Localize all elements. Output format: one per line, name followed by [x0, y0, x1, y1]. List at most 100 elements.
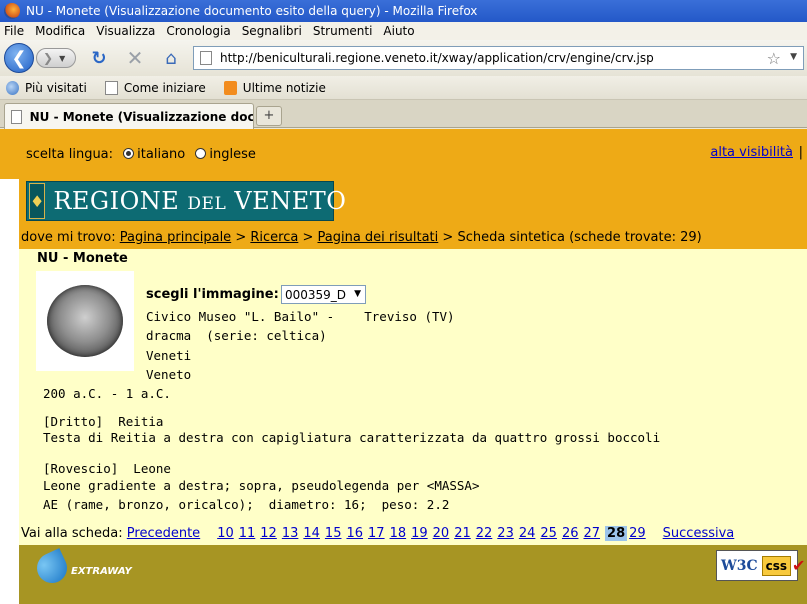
pager-page-link-26[interactable]: 26	[562, 526, 579, 541]
url-dropdown-icon[interactable]: ▼	[790, 52, 797, 62]
extraway-logo[interactable]: EXTRAWAY	[32, 548, 137, 588]
bookmark-label: Più visitati	[25, 80, 87, 95]
pager-page-link-17[interactable]: 17	[368, 526, 385, 541]
bookmark-label: Ultime notizie	[242, 80, 326, 95]
record-museum: Civico Museo "L. Bailo" - Treviso (TV)	[146, 309, 455, 324]
bookmarks-toolbar: Più visitati Come iniziare Ultime notizi…	[0, 76, 807, 100]
pager-page-link-20[interactable]: 20	[433, 526, 450, 541]
bookmark-ultime-notizie[interactable]: Ultime notizie	[223, 80, 326, 95]
coin-image[interactable]	[36, 271, 134, 371]
material-measures: AE (rame, bronzo, oricalco); diametro: 1…	[43, 497, 450, 512]
page-icon	[200, 51, 212, 65]
page-icon	[11, 109, 22, 124]
page-icon	[104, 80, 118, 95]
back-arrow-icon: ❮	[11, 47, 27, 69]
tab-current[interactable]: NU - Monete (Visualizzazione docum...	[4, 103, 254, 129]
high-visibility-link[interactable]: alta visibilità	[710, 145, 793, 160]
menu-file[interactable]: File	[4, 24, 24, 38]
w3c-text: W3C	[721, 557, 758, 574]
radio-inglese[interactable]	[195, 148, 207, 159]
stop-button[interactable]: ✕	[124, 46, 146, 70]
pager-next-link[interactable]: Successiva	[663, 526, 735, 541]
image-select[interactable]: 000359_D ▼	[281, 285, 366, 304]
bookmark-come-iniziare[interactable]: Come iniziare	[104, 80, 206, 95]
pager-page-link-22[interactable]: 22	[476, 526, 493, 541]
breadcrumb-prefix: dove mi trovo:	[21, 229, 116, 245]
radio-italiano[interactable]	[123, 148, 135, 159]
separator: |	[798, 145, 803, 160]
record-date: 200 a.C. - 1 a.C.	[43, 386, 171, 401]
pager-page-link-18[interactable]: 18	[390, 526, 407, 541]
new-tab-button[interactable]: +	[256, 106, 282, 126]
pager-page-link-10[interactable]: 10	[217, 526, 234, 541]
italiano-label[interactable]: italiano	[137, 147, 185, 162]
logo-text: REGIONE DEL VENETO	[53, 187, 346, 215]
reverse-description: Leone gradiente a destra; sopra, pseudol…	[43, 478, 480, 493]
menu-aiuto[interactable]: Aiuto	[383, 24, 414, 38]
pager-page-link-11[interactable]: 11	[239, 526, 256, 541]
menu-segnalibri[interactable]: Segnalibri	[242, 24, 302, 38]
pager-page-link-12[interactable]: 12	[260, 526, 277, 541]
firefox-icon	[4, 3, 20, 19]
pager-page-link-16[interactable]: 16	[346, 526, 363, 541]
menu-visualizza[interactable]: Visualizza	[96, 24, 155, 38]
pager-page-link-29[interactable]: 29	[629, 526, 646, 541]
reverse-title: [Rovescio] Leone	[43, 461, 171, 476]
menu-strumenti[interactable]: Strumenti	[313, 24, 373, 38]
record-culture: Veneti	[146, 348, 192, 363]
forward-button[interactable]: ❯ ▼	[36, 48, 76, 68]
menu-cronologia[interactable]: Cronologia	[166, 24, 230, 38]
bookmark-star-icon[interactable]: ☆	[767, 49, 781, 68]
checkmark-icon: ✔	[792, 556, 806, 575]
menu-bar: File Modifica Visualizza Cronologia Segn…	[0, 22, 807, 40]
record-panel: dove mi trovo: Pagina principale > Ricer…	[19, 225, 807, 545]
pager-previous-link[interactable]: Precedente	[127, 526, 200, 541]
back-button[interactable]: ❮	[4, 43, 34, 73]
language-label: scelta lingua:	[26, 147, 114, 162]
pager-label: Vai alla scheda:	[21, 526, 123, 541]
pager-pages-after: 29	[629, 526, 651, 541]
footer: EXTRAWAY W3C css ✔	[19, 545, 807, 604]
header-band: ♦ REGIONE DEL VENETO	[19, 179, 807, 225]
breadcrumb-results-link[interactable]: Pagina dei risultati	[318, 230, 439, 245]
page-viewport: scelta lingua: italiano inglese alta vis…	[0, 129, 807, 604]
history-dropdown-icon[interactable]: ▼	[59, 54, 65, 63]
breadcrumb-search-link[interactable]: Ricerca	[250, 230, 298, 245]
obverse-description: Testa di Reitia a destra con capigliatur…	[43, 430, 661, 445]
record-region: Veneto	[146, 367, 192, 382]
pager-page-link-14[interactable]: 14	[303, 526, 320, 541]
navigation-toolbar: ❮ ❯ ▼ ↻ ✕ ⌂ http://beniculturali.regione.…	[0, 40, 807, 76]
logo-word-veneto: VENETO	[234, 187, 347, 215]
record-heading: NU - Monete	[37, 251, 128, 266]
pager-page-link-25[interactable]: 25	[540, 526, 557, 541]
pager-page-link-23[interactable]: 23	[497, 526, 514, 541]
pager-page-link-19[interactable]: 19	[411, 526, 428, 541]
regione-veneto-logo[interactable]: ♦ REGIONE DEL VENETO	[26, 181, 346, 221]
chevron-down-icon: ▼	[354, 289, 361, 299]
bookmark-label: Come iniziare	[123, 80, 206, 95]
url-text[interactable]: http://beniculturali.regione.veneto.it/x…	[220, 51, 654, 65]
menu-modifica[interactable]: Modifica	[35, 24, 85, 38]
pager-page-link-27[interactable]: 27	[583, 526, 600, 541]
pager-page-link-21[interactable]: 21	[454, 526, 471, 541]
pager-pages: 10 11 12 13 14 15 16 17 18 19 20 21 22 23 24 25 26 27	[217, 526, 605, 541]
pager-page-link-13[interactable]: 13	[282, 526, 299, 541]
bookmark-piu-visitati[interactable]: Più visitati	[6, 80, 87, 95]
obverse-title: [Dritto] Reitia	[43, 414, 164, 429]
home-button[interactable]: ⌂	[160, 47, 182, 69]
pager-page-link-24[interactable]: 24	[519, 526, 536, 541]
language-bar: scelta lingua: italiano inglese alta vis…	[0, 129, 807, 179]
image-select-label: scegli l'immagine:	[146, 287, 279, 302]
tab-label: NU - Monete (Visualizzazione docum...	[29, 109, 253, 124]
tab-strip: NU - Monete (Visualizzazione docum... +	[0, 100, 807, 129]
coin-photo	[47, 285, 123, 357]
pager-page-link-15[interactable]: 15	[325, 526, 342, 541]
pagination: Vai alla scheda: Precedente 10 11 12 13 14 15 1…	[21, 526, 739, 541]
inglese-label[interactable]: inglese	[209, 147, 255, 162]
address-bar[interactable]: http://beniculturali.regione.veneto.it/x…	[193, 46, 804, 70]
window-titlebar: NU - Monete (Visualizzazione documento e…	[0, 0, 807, 22]
breadcrumb-home-link[interactable]: Pagina principale	[120, 230, 231, 245]
reload-button[interactable]: ↻	[88, 47, 110, 69]
left-margin	[0, 225, 19, 604]
w3c-css-badge[interactable]: W3C css ✔	[716, 550, 805, 581]
